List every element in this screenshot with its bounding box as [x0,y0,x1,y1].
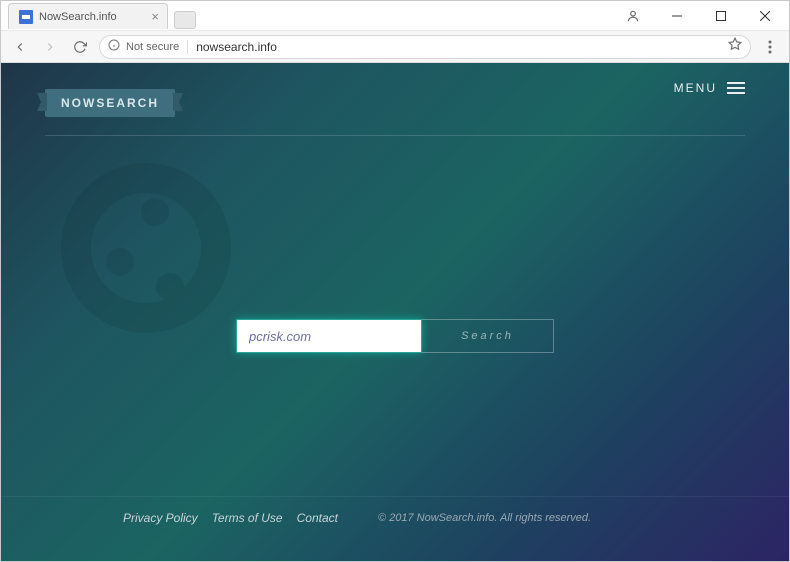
minimize-button[interactable] [655,2,699,30]
address-bar: Not secure nowsearch.info [1,31,789,63]
reload-button[interactable] [69,36,91,58]
footer-link-privacy[interactable]: Privacy Policy [123,511,198,525]
tab-strip: NowSearch.info × [8,1,196,29]
page-header: NOWSEARCH MENU [1,63,789,117]
url-text: nowsearch.info [196,40,277,54]
info-icon [108,38,120,56]
security-label: Not secure [126,41,179,53]
search-area: Search [236,319,554,353]
close-icon[interactable]: × [151,10,159,23]
browser-menu-button[interactable] [759,40,781,54]
tab-title: NowSearch.info [39,11,145,23]
search-button[interactable]: Search [422,319,554,353]
new-tab-button[interactable] [174,11,196,29]
favicon-icon [19,10,33,24]
close-window-button[interactable] [743,2,787,30]
bookmark-star-icon[interactable] [728,37,742,56]
page-viewport: NOWSEARCH MENU Search Privacy Policy Ter… [1,63,789,561]
back-button[interactable] [9,36,31,58]
maximize-button[interactable] [699,2,743,30]
menu-label: MENU [674,81,717,95]
menu-button[interactable]: MENU [674,81,745,95]
hamburger-icon [727,82,745,94]
page-footer: Privacy Policy Terms of Use Contact © 20… [1,496,789,525]
watermark [1,63,789,561]
address-field[interactable]: Not secure nowsearch.info [99,35,751,59]
forward-button[interactable] [39,36,61,58]
divider [45,135,745,136]
logo-text: NOWSEARCH [61,96,159,110]
browser-tab[interactable]: NowSearch.info × [8,3,168,29]
footer-link-terms[interactable]: Terms of Use [212,511,283,525]
site-logo[interactable]: NOWSEARCH [45,89,175,117]
browser-window: NowSearch.info × [0,0,790,562]
footer-link-contact[interactable]: Contact [297,511,338,525]
window-titlebar: NowSearch.info × [1,1,789,31]
separator [187,40,188,54]
user-icon[interactable] [611,2,655,30]
search-input[interactable] [236,319,422,353]
copyright-text: © 2017 NowSearch.info. All rights reserv… [378,512,591,524]
